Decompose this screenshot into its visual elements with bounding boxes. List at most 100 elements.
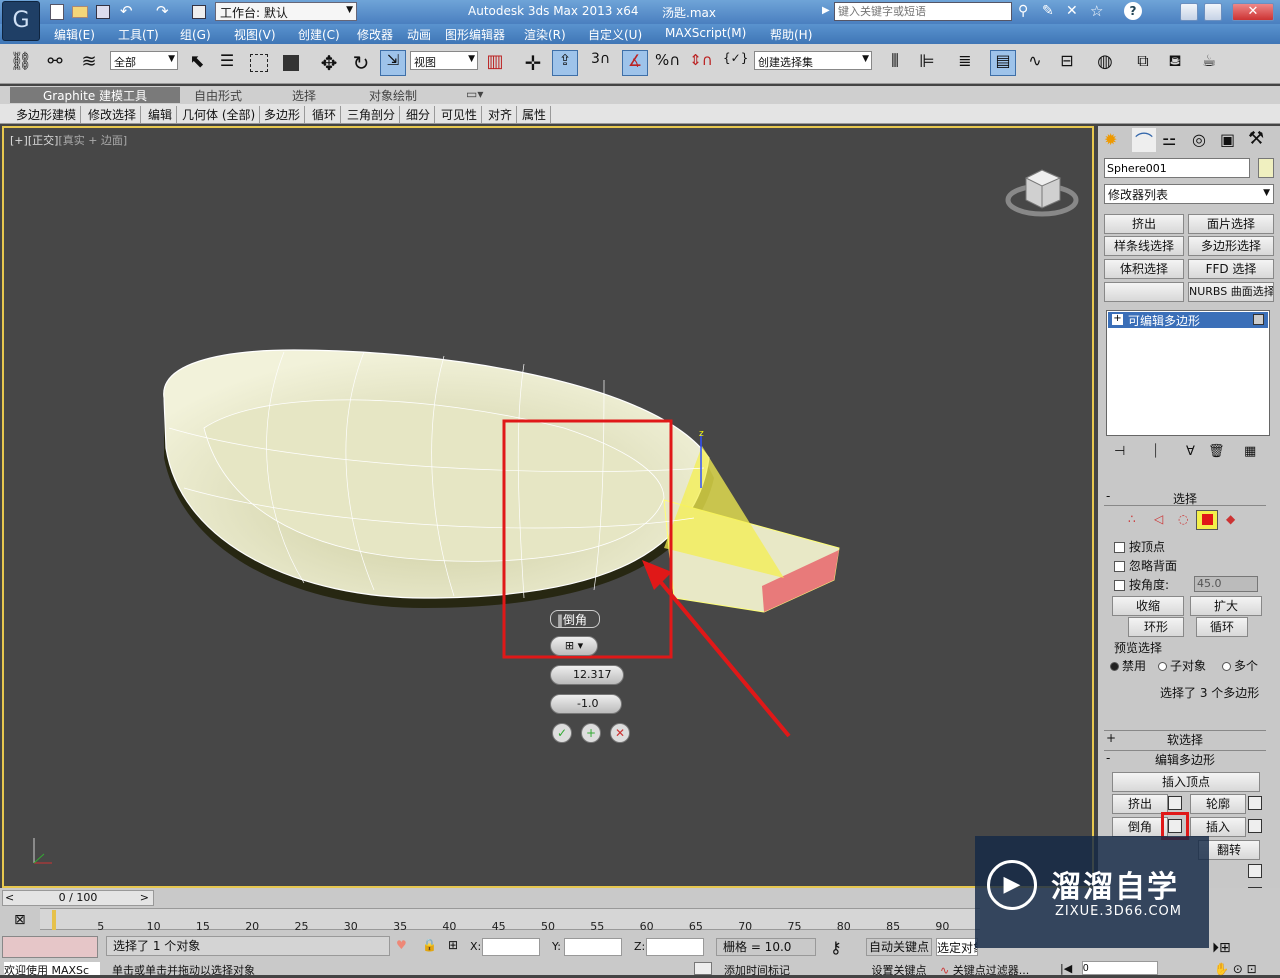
- spline-select-button[interactable]: 样条线选择: [1104, 236, 1184, 256]
- ref-coord-dropdown[interactable]: 视图 ▼: [410, 51, 478, 70]
- panel-triangulation[interactable]: 三角剖分: [343, 106, 401, 123]
- polygon-subobj-icon[interactable]: [1196, 510, 1218, 530]
- viewport-nav-icons[interactable]: ✋ ⊙ ⊡: [1214, 962, 1257, 976]
- edit-polygons-rollout[interactable]: - 编辑多边形: [1104, 750, 1266, 767]
- auto-key-button[interactable]: 自动关键点: [866, 938, 932, 956]
- redo-icon[interactable]: ↷: [156, 2, 169, 20]
- slider-next-icon[interactable]: >: [140, 891, 149, 904]
- scale-icon[interactable]: ⇲: [380, 50, 406, 76]
- outline-settings-icon[interactable]: [1248, 796, 1262, 810]
- selected-dropdown[interactable]: 选定对象: [936, 938, 978, 956]
- layer-manager-icon[interactable]: ≣: [952, 50, 978, 76]
- grow-button[interactable]: 扩大: [1190, 596, 1262, 616]
- set-key-button[interactable]: 设置关键点: [866, 962, 932, 977]
- panel-align[interactable]: 对齐: [484, 106, 518, 123]
- menu-graph-editors[interactable]: 图形编辑器: [445, 26, 505, 43]
- patch-select-button[interactable]: 面片选择: [1188, 214, 1274, 234]
- schematic-view-icon[interactable]: ⊟: [1054, 50, 1080, 76]
- tab-graphite[interactable]: Graphite 建模工具: [10, 87, 180, 103]
- empty-mod-button[interactable]: [1104, 282, 1184, 302]
- viewport-front[interactable]: [+][正交][真实 + 边面] z ‖倒角 ⊞ ▾ 12.317 -1.0 ✓…: [2, 126, 1094, 888]
- remove-modifier-icon[interactable]: 🗑: [1208, 444, 1225, 459]
- create-tab-icon[interactable]: ✹: [1104, 130, 1117, 149]
- panel-modify-selection[interactable]: 修改选择: [84, 106, 142, 123]
- tab-freeform[interactable]: 自由形式: [194, 87, 242, 103]
- select-by-name-icon[interactable]: ☰: [214, 50, 240, 76]
- window-crossing-icon[interactable]: [278, 50, 304, 76]
- caddy-apply-button[interactable]: +: [581, 723, 601, 743]
- object-color-swatch[interactable]: [1258, 158, 1274, 178]
- soft-selection-rollout[interactable]: + 软选择: [1104, 730, 1266, 747]
- isolate-icon[interactable]: ♥: [396, 938, 407, 952]
- rendered-frame-icon[interactable]: ⛾: [1162, 50, 1188, 76]
- save-icon[interactable]: [96, 5, 110, 19]
- insert-vertex-button[interactable]: 插入顶点: [1112, 772, 1260, 792]
- stack-item-editable-poly[interactable]: + 可编辑多边形: [1108, 312, 1268, 328]
- curve-editor-icon[interactable]: ∿: [1022, 50, 1048, 76]
- expand-plus-icon[interactable]: +: [1112, 314, 1123, 325]
- configure-sets-icon[interactable]: ▦: [1244, 444, 1256, 459]
- ring-button[interactable]: 环形: [1128, 617, 1184, 637]
- panel-poly-modeling[interactable]: 多边形建模: [12, 106, 82, 123]
- panel-geometry-all[interactable]: 几何体 (全部): [178, 106, 261, 123]
- modify-tab-icon[interactable]: ⌒: [1132, 128, 1156, 153]
- angle-spinner[interactable]: 45.0: [1194, 576, 1258, 592]
- motion-tab-icon[interactable]: ◎: [1192, 130, 1206, 149]
- bevel-button[interactable]: 倒角: [1112, 817, 1168, 837]
- move-icon[interactable]: ✥: [316, 50, 342, 76]
- panel-edit[interactable]: 编辑: [144, 106, 178, 123]
- tools-icon[interactable]: ✎: [1042, 3, 1054, 19]
- play-controls[interactable]: ⏵⊞: [1212, 940, 1231, 956]
- app-logo[interactable]: G: [2, 1, 40, 41]
- restore-button[interactable]: [1204, 3, 1222, 21]
- pin-stack-icon[interactable]: ⊣: [1114, 444, 1125, 459]
- hierarchy-tab-icon[interactable]: ⚍: [1162, 130, 1176, 149]
- edit-named-selection-icon[interactable]: {✓}: [722, 50, 748, 76]
- help-icon[interactable]: ?: [1124, 2, 1142, 20]
- panel-subdivision[interactable]: 细分: [402, 106, 436, 123]
- loop-button[interactable]: 循环: [1196, 617, 1248, 637]
- material-editor-icon[interactable]: ◍: [1092, 50, 1118, 76]
- named-selection-dropdown[interactable]: 创建选择集 ▼: [754, 51, 872, 70]
- selection-filter-dropdown[interactable]: 全部 ▼: [110, 51, 178, 70]
- bevel-settings-icon[interactable]: [1161, 812, 1189, 840]
- link-icon[interactable]: ⛓: [8, 50, 34, 76]
- spinner-snap-icon[interactable]: ⇕∩: [688, 50, 714, 76]
- menu-edit[interactable]: 编辑(E): [54, 26, 95, 43]
- menu-tools[interactable]: 工具(T): [118, 26, 159, 43]
- panel-polygons[interactable]: 多边形: [260, 106, 306, 123]
- border-subobj-icon[interactable]: ◌: [1178, 512, 1188, 526]
- snap-toggle-icon[interactable]: 3∩: [590, 50, 616, 76]
- menu-group[interactable]: 组(G): [180, 26, 211, 43]
- menu-views[interactable]: 视图(V): [234, 26, 276, 43]
- utilities-tab-icon[interactable]: ⚒: [1248, 128, 1264, 149]
- go-start-icon[interactable]: |◀: [1060, 962, 1072, 975]
- vol-select-button[interactable]: 体积选择: [1104, 259, 1184, 279]
- key-mode-icon[interactable]: ⚷: [830, 938, 842, 957]
- key-filters-button[interactable]: ∿ 关键点过滤器...: [940, 962, 1029, 978]
- unlink-icon[interactable]: ⚯: [42, 50, 68, 76]
- shrink-button[interactable]: 收缩: [1112, 596, 1184, 616]
- preview-subobj-radio[interactable]: 子对象: [1158, 657, 1206, 674]
- select-object-icon[interactable]: ⬉: [184, 50, 210, 76]
- outline-button[interactable]: 轮廓: [1190, 794, 1246, 814]
- track-bar-icon[interactable]: ⊠: [14, 912, 26, 928]
- slider-prev-icon[interactable]: <: [5, 891, 14, 904]
- search-input[interactable]: [834, 2, 1012, 21]
- bevel-outline-field[interactable]: -1.0: [550, 694, 622, 714]
- tab-selection[interactable]: 选择: [292, 87, 316, 103]
- menu-help[interactable]: 帮助(H): [770, 26, 812, 43]
- nurbs-select-button[interactable]: NURBS 曲面选择: [1188, 282, 1274, 302]
- caddy-cancel-button[interactable]: ✕: [610, 723, 630, 743]
- angle-snap-icon[interactable]: ∡: [622, 50, 648, 76]
- binoculars-icon[interactable]: ⚲: [1018, 3, 1028, 19]
- align-icon[interactable]: ⊫: [914, 50, 940, 76]
- panel-visibility[interactable]: 可见性: [437, 106, 483, 123]
- bevel-height-field[interactable]: 12.317: [550, 665, 624, 685]
- z-coord-field[interactable]: [646, 938, 704, 956]
- graphite-toggle-icon[interactable]: ▤: [990, 50, 1016, 76]
- element-subobj-icon[interactable]: ◆: [1226, 512, 1235, 526]
- ribbon-options-icon[interactable]: ▭▾: [466, 87, 483, 103]
- bevel-type-dropdown[interactable]: ⊞ ▾: [550, 636, 598, 656]
- menu-modifiers[interactable]: 修改器: [357, 26, 393, 43]
